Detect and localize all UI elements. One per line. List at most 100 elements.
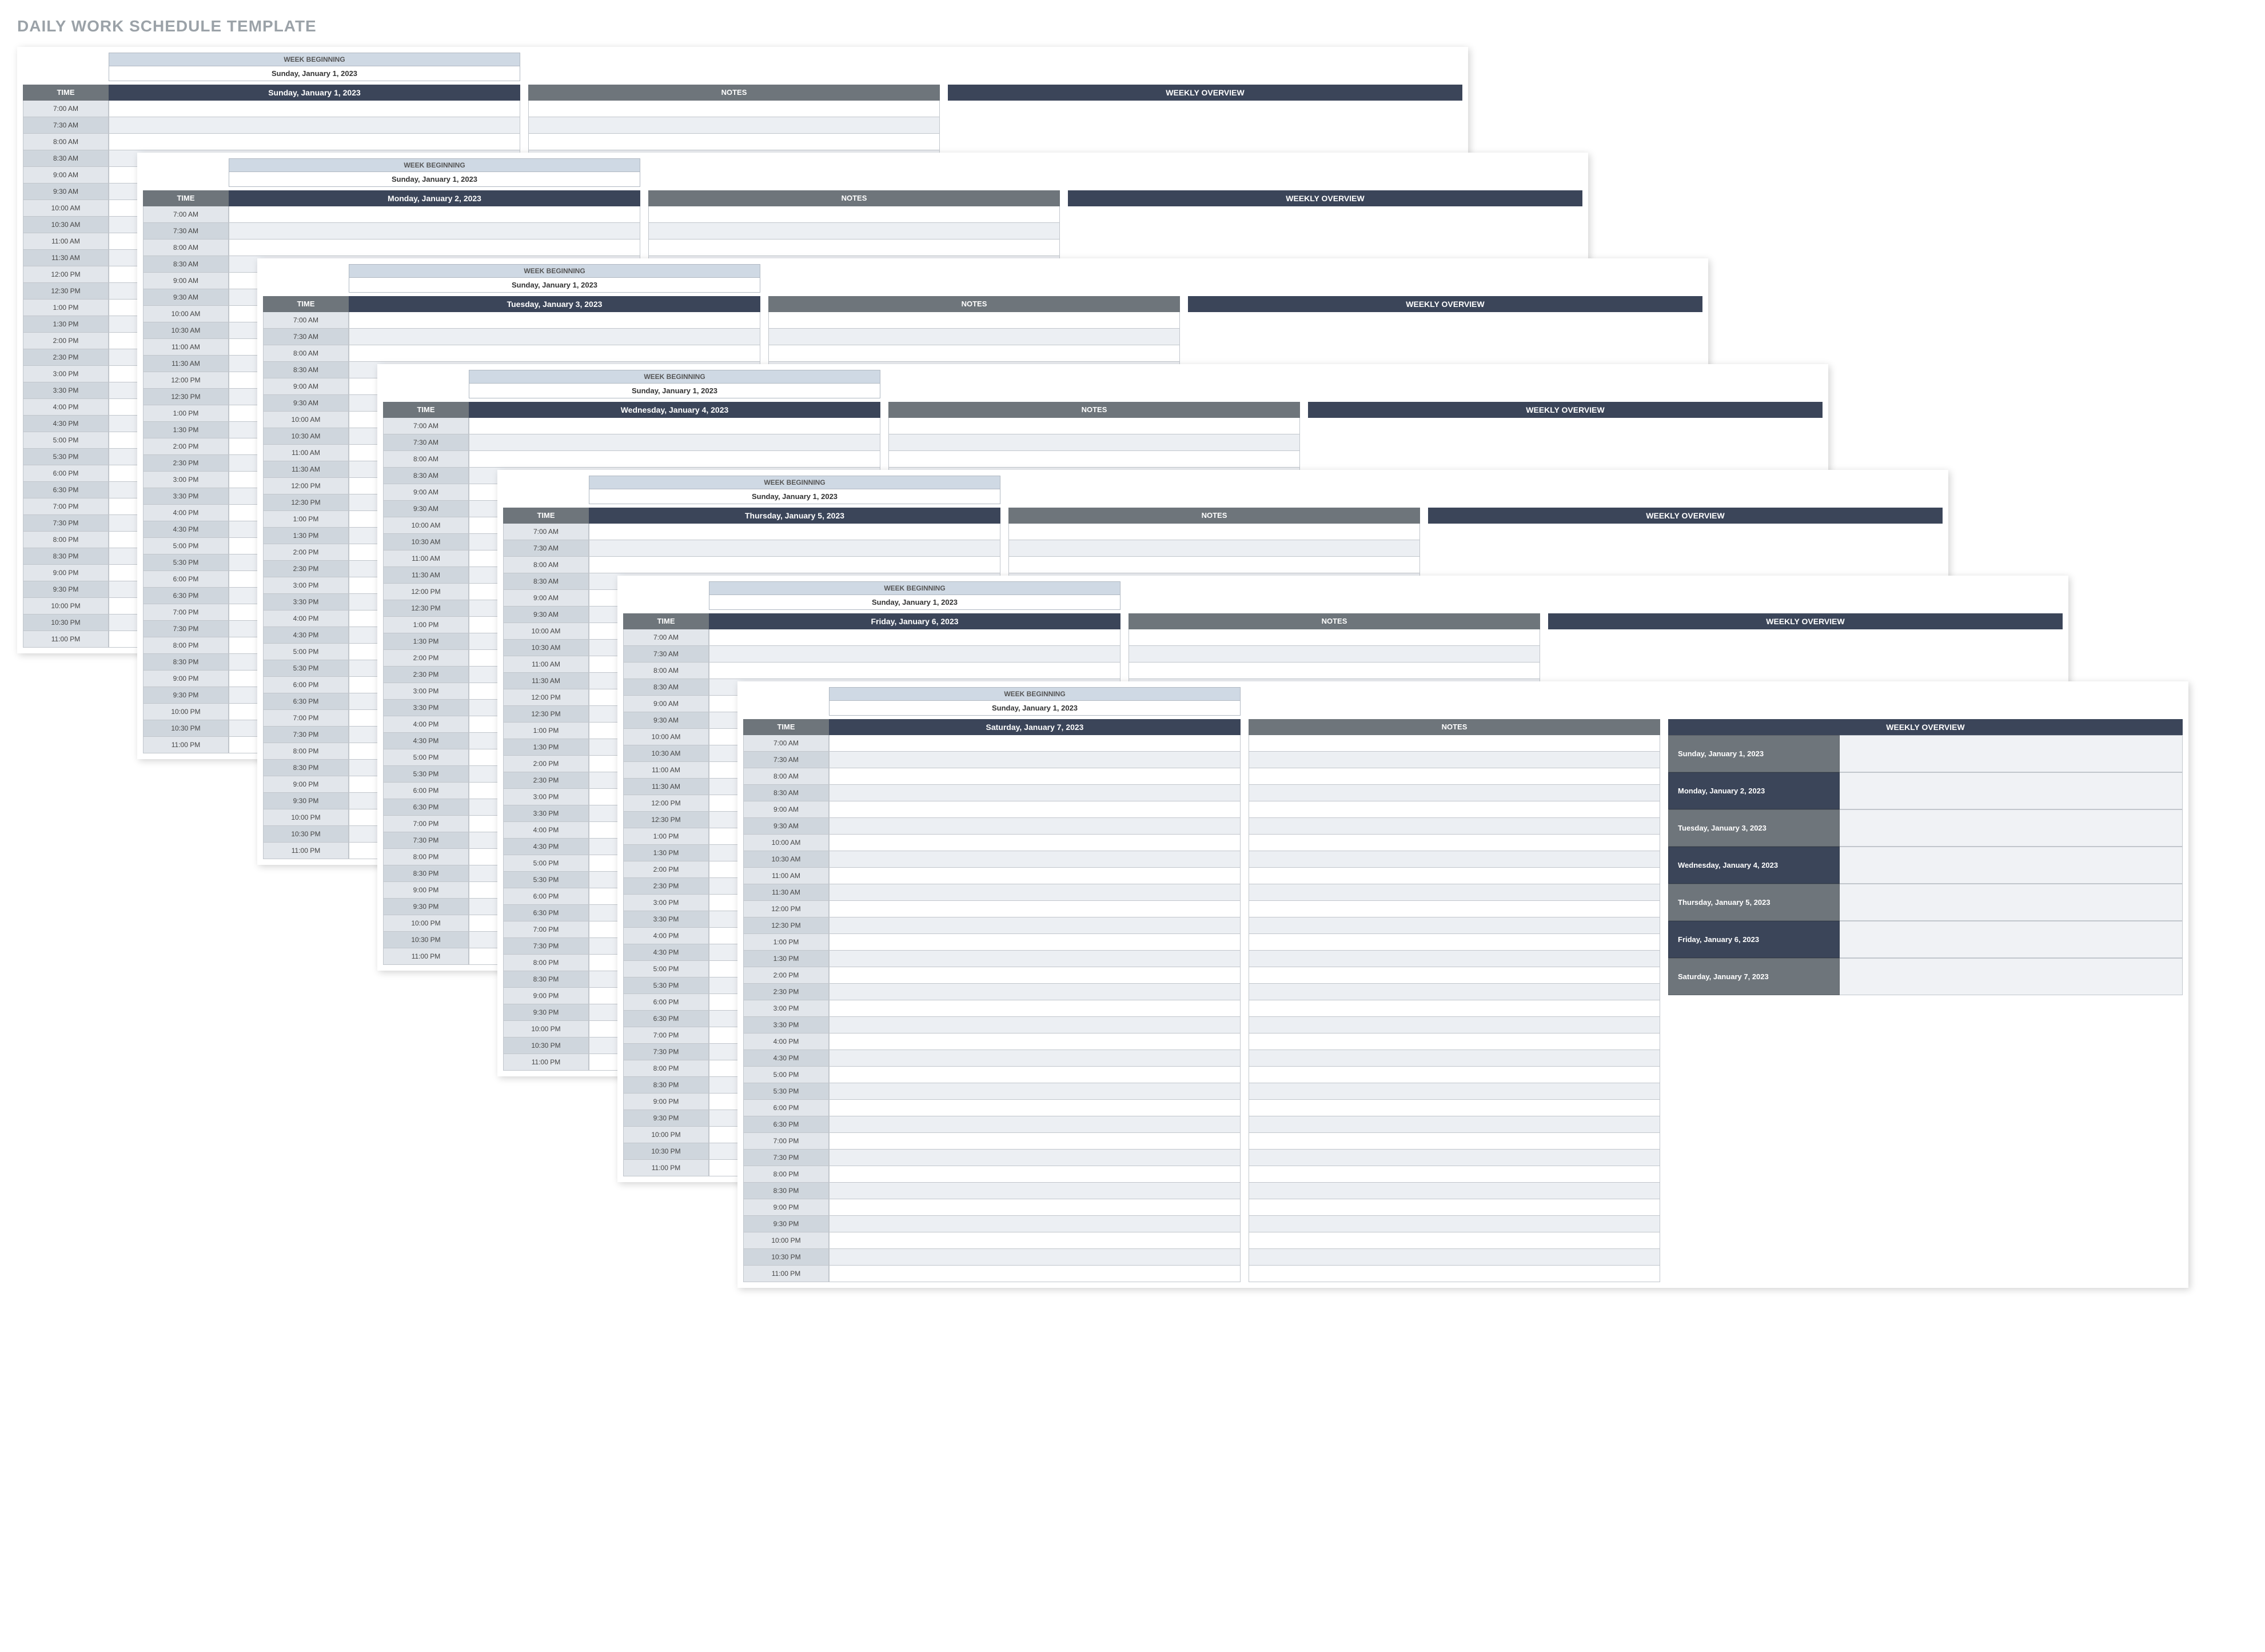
schedule-cell[interactable] [709,646,1120,663]
notes-cell[interactable] [1249,1034,1660,1050]
notes-cell[interactable] [1128,646,1540,663]
notes-cell[interactable] [1008,557,1420,573]
schedule-cell[interactable] [829,868,1241,884]
notes-cell[interactable] [1249,1083,1660,1100]
schedule-cell[interactable] [829,1083,1241,1100]
notes-cell[interactable] [1249,1133,1660,1150]
notes-cell[interactable] [648,223,1060,240]
schedule-cell[interactable] [829,1183,1241,1199]
schedule-cell[interactable] [829,1116,1241,1133]
schedule-cell[interactable] [709,629,1120,646]
notes-cell[interactable] [1249,868,1660,884]
schedule-cell[interactable] [829,818,1241,835]
schedule-cell[interactable] [829,735,1241,752]
schedule-cell[interactable] [709,663,1120,679]
notes-cell[interactable] [888,418,1300,434]
schedule-cell[interactable] [109,117,520,134]
overview-event-cell[interactable] [1840,958,2183,995]
schedule-cell[interactable] [829,1150,1241,1166]
schedule-cell[interactable] [829,1100,1241,1116]
schedule-cell[interactable] [829,934,1241,951]
schedule-cell[interactable] [829,1067,1241,1083]
schedule-cell[interactable] [829,785,1241,801]
schedule-cell[interactable] [469,434,880,451]
schedule-cell[interactable] [829,967,1241,984]
notes-cell[interactable] [648,206,1060,223]
notes-cell[interactable] [1249,967,1660,984]
notes-cell[interactable] [1249,752,1660,768]
schedule-cell[interactable] [829,917,1241,934]
schedule-cell[interactable] [829,752,1241,768]
notes-cell[interactable] [1249,818,1660,835]
schedule-cell[interactable] [829,768,1241,785]
notes-cell[interactable] [1249,1050,1660,1067]
notes-cell[interactable] [768,345,1180,362]
notes-cell[interactable] [1249,1100,1660,1116]
schedule-cell[interactable] [829,1017,1241,1034]
notes-cell[interactable] [1249,801,1660,818]
notes-cell[interactable] [1008,524,1420,540]
notes-cell[interactable] [648,240,1060,256]
notes-cell[interactable] [1249,1266,1660,1282]
notes-cell[interactable] [768,312,1180,329]
schedule-cell[interactable] [109,101,520,117]
schedule-cell[interactable] [829,901,1241,917]
schedule-cell[interactable] [829,951,1241,967]
notes-cell[interactable] [1249,984,1660,1000]
notes-cell[interactable] [1249,851,1660,868]
notes-cell[interactable] [528,117,940,134]
notes-cell[interactable] [1128,663,1540,679]
notes-cell[interactable] [768,329,1180,345]
schedule-cell[interactable] [229,206,640,223]
schedule-cell[interactable] [469,418,880,434]
notes-cell[interactable] [888,451,1300,468]
notes-cell[interactable] [1249,785,1660,801]
schedule-cell[interactable] [829,1000,1241,1017]
notes-cell[interactable] [1249,768,1660,785]
schedule-cell[interactable] [349,329,760,345]
schedule-cell[interactable] [349,345,760,362]
notes-cell[interactable] [1249,951,1660,967]
schedule-cell[interactable] [589,540,1000,557]
notes-cell[interactable] [1249,1216,1660,1232]
schedule-cell[interactable] [829,1166,1241,1183]
schedule-cell[interactable] [229,223,640,240]
notes-cell[interactable] [1249,884,1660,901]
schedule-cell[interactable] [589,557,1000,573]
schedule-cell[interactable] [829,851,1241,868]
schedule-cell[interactable] [829,1034,1241,1050]
notes-cell[interactable] [1249,1116,1660,1133]
schedule-cell[interactable] [109,134,520,150]
notes-cell[interactable] [1249,934,1660,951]
notes-cell[interactable] [1249,1000,1660,1017]
overview-event-cell[interactable] [1840,809,2183,847]
notes-cell[interactable] [1249,1017,1660,1034]
notes-cell[interactable] [1249,1199,1660,1216]
schedule-cell[interactable] [829,1216,1241,1232]
schedule-cell[interactable] [829,1232,1241,1249]
notes-cell[interactable] [1249,835,1660,851]
notes-cell[interactable] [1249,1183,1660,1199]
notes-cell[interactable] [1249,1166,1660,1183]
notes-cell[interactable] [1249,901,1660,917]
notes-cell[interactable] [1249,917,1660,934]
notes-cell[interactable] [1249,1067,1660,1083]
notes-cell[interactable] [1249,1232,1660,1249]
notes-cell[interactable] [888,434,1300,451]
notes-cell[interactable] [1128,629,1540,646]
schedule-cell[interactable] [229,240,640,256]
notes-cell[interactable] [1008,540,1420,557]
notes-cell[interactable] [528,134,940,150]
schedule-cell[interactable] [829,1249,1241,1266]
overview-event-cell[interactable] [1840,735,2183,772]
overview-event-cell[interactable] [1840,772,2183,809]
schedule-cell[interactable] [829,801,1241,818]
notes-cell[interactable] [528,101,940,117]
schedule-cell[interactable] [829,1050,1241,1067]
schedule-cell[interactable] [349,312,760,329]
schedule-cell[interactable] [589,524,1000,540]
overview-event-cell[interactable] [1840,921,2183,958]
schedule-cell[interactable] [469,451,880,468]
schedule-cell[interactable] [829,1133,1241,1150]
schedule-cell[interactable] [829,884,1241,901]
